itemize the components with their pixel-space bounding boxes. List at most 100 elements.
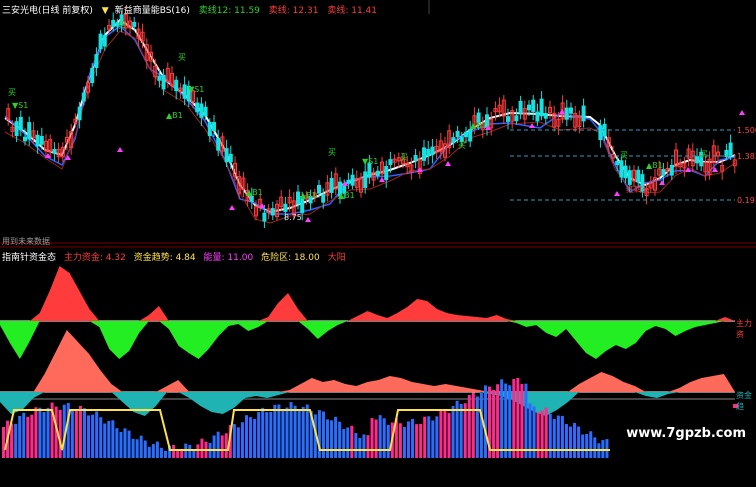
signal-buy: 买	[458, 141, 466, 150]
candle-body	[157, 75, 162, 81]
candle-body	[39, 135, 44, 145]
volume-bar	[560, 415, 564, 458]
volume-bar	[22, 412, 26, 458]
candle-body	[228, 153, 233, 163]
buy-triangle-icon	[529, 123, 535, 128]
candle-body	[161, 74, 166, 90]
volume-bar	[354, 433, 358, 458]
volume-bar	[46, 407, 50, 458]
buy-triangle-icon	[614, 191, 620, 196]
candle-body	[543, 113, 548, 119]
volume-bar	[516, 377, 520, 458]
candle-body	[464, 131, 468, 138]
candle-body	[514, 115, 519, 122]
volume-bar	[556, 415, 560, 458]
volume-bar	[415, 424, 419, 458]
signal-s1: ▼S1	[188, 85, 204, 94]
candle-body	[506, 116, 510, 122]
volume-bar	[467, 394, 471, 458]
volume-bar	[483, 385, 487, 458]
volume-bar	[155, 441, 159, 458]
candle-body	[249, 195, 254, 202]
signal-b1: ▲B1	[300, 191, 317, 200]
candle-body	[262, 212, 267, 222]
candle-body	[623, 165, 628, 179]
volume-bar	[605, 439, 609, 458]
volume-bar	[419, 423, 423, 458]
signal-buy: 买	[178, 53, 186, 62]
volume-bar	[378, 415, 382, 458]
candle-body	[174, 79, 179, 92]
signal-buy: 买	[700, 150, 708, 159]
candle-body	[527, 104, 531, 111]
signal-red-to-buy: 红转买	[626, 184, 650, 194]
candle-body	[199, 103, 204, 118]
volume-bar	[135, 439, 139, 458]
fund-trend-negative-area	[0, 392, 735, 416]
volume-bar	[91, 414, 95, 458]
candle-body	[669, 164, 674, 176]
volume-bar	[143, 440, 147, 458]
candle-body	[224, 148, 229, 163]
volume-bar	[439, 409, 443, 458]
candle-body	[468, 129, 473, 142]
buy-triangle-icon	[739, 110, 745, 115]
volume-bar	[435, 416, 439, 458]
candle-body	[627, 170, 632, 185]
ma-line-red	[4, 30, 736, 224]
volume-bar	[338, 421, 342, 458]
volume-bar	[451, 406, 455, 458]
buy-triangle-icon	[305, 217, 311, 222]
volume-bar	[305, 404, 309, 458]
danger-zone-value: 危险区: 18.00	[261, 253, 320, 263]
volume-bar	[402, 426, 406, 458]
candle-body	[52, 149, 57, 154]
volume-bar	[459, 404, 463, 458]
volume-bar	[139, 435, 143, 458]
volume-bar	[573, 422, 577, 458]
volume-bar	[492, 389, 496, 458]
volume-bar	[548, 413, 552, 458]
volume-bar	[508, 385, 512, 458]
volume-bar	[475, 396, 479, 458]
volume-bar	[269, 411, 273, 458]
signal-buy: 买	[328, 148, 336, 157]
volume-bar	[2, 427, 5, 458]
buy-triangle-icon	[379, 177, 385, 182]
sub-indicator-header: 指南针资金态 主力资金: 4.32 资金趋势: 4.84 能量: 11.00 危…	[2, 250, 351, 263]
candle-body	[451, 137, 456, 144]
candle-body	[94, 54, 99, 69]
volume-bar	[74, 410, 78, 458]
volume-bar	[370, 418, 374, 458]
candle-body	[77, 106, 82, 121]
volume-bar	[431, 420, 435, 458]
candle-body	[619, 160, 624, 178]
sell-line-12: 卖线12: 11.59	[198, 6, 260, 16]
volume-bar	[107, 420, 111, 458]
volume-bar	[321, 411, 325, 458]
volume-bar	[216, 431, 220, 458]
candle-body	[615, 160, 620, 166]
volume-bar	[115, 428, 119, 458]
candle-body	[531, 99, 536, 112]
candle-body	[598, 125, 603, 141]
volume-bar	[253, 418, 257, 458]
volume-bar	[374, 419, 378, 458]
volume-bar	[38, 407, 42, 458]
price-label-1382: 1.382	[737, 152, 756, 161]
candle-body	[384, 166, 389, 181]
candle-body	[18, 116, 23, 131]
volume-bar	[447, 413, 451, 458]
signal-b1: ▲B1	[470, 121, 487, 130]
candle-body	[35, 134, 40, 147]
stock-name: 三安光电(日线 前复权)	[2, 6, 93, 16]
volume-bar	[398, 423, 402, 458]
candle-body	[413, 155, 418, 161]
volume-bar	[362, 434, 366, 458]
big-label: 大阳	[327, 253, 346, 263]
signal-b1: ▲B1	[646, 161, 663, 170]
volume-bar	[285, 407, 289, 458]
candle-body	[132, 21, 137, 27]
chart-canvas: 1.500 1.382 0.191 8.75 ▼S1 ▼S1 ▼S1 ▲B1 ▲B1 ▲B1 ▲B1…	[0, 0, 756, 458]
volume-bar	[180, 449, 184, 458]
